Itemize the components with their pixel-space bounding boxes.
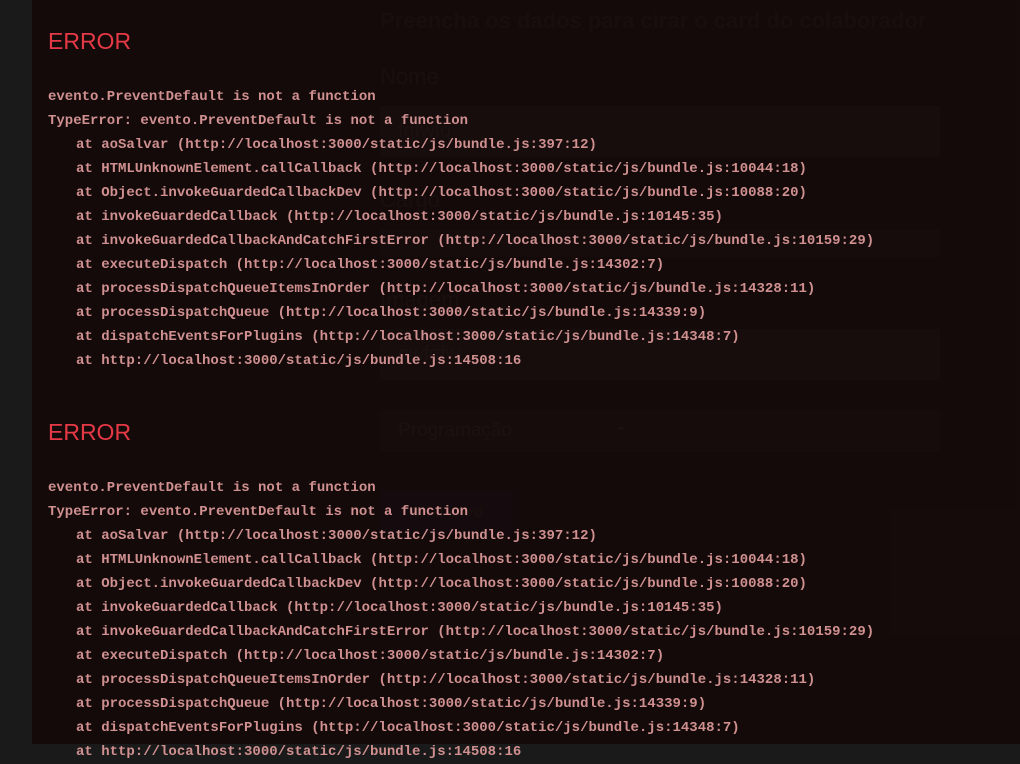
error-type-line: TypeError: evento.PreventDefault is not … bbox=[48, 113, 468, 129]
stack-line: at HTMLUnknownElement.callCallback (http… bbox=[48, 161, 807, 177]
stack-line: at invokeGuardedCallback (http://localho… bbox=[48, 600, 723, 616]
stack-line: at invokeGuardedCallbackAndCatchFirstErr… bbox=[48, 233, 874, 249]
error-summary-line: evento.PreventDefault is not a function bbox=[48, 480, 376, 496]
stack-line: at aoSalvar (http://localhost:3000/stati… bbox=[48, 528, 597, 544]
error-summary-line: evento.PreventDefault is not a function bbox=[48, 89, 376, 105]
stack-line: at Object.invokeGuardedCallbackDev (http… bbox=[48, 185, 807, 201]
error-heading: ERROR bbox=[48, 419, 990, 446]
stack-line: at Object.invokeGuardedCallbackDev (http… bbox=[48, 576, 807, 592]
stack-line: at dispatchEventsForPlugins (http://loca… bbox=[48, 329, 740, 345]
stack-line: at executeDispatch (http://localhost:300… bbox=[48, 648, 664, 664]
stack-line: at aoSalvar (http://localhost:3000/stati… bbox=[48, 137, 597, 153]
error-overlay: ERROR evento.PreventDefault is not a fun… bbox=[32, 0, 1020, 744]
error-message: evento.PreventDefault is not a function … bbox=[48, 85, 990, 373]
stack-line: at processDispatchQueue (http://localhos… bbox=[48, 305, 706, 321]
stack-line: at http://localhost:3000/static/js/bundl… bbox=[48, 353, 521, 369]
stack-line: at processDispatchQueueItemsInOrder (htt… bbox=[48, 672, 815, 688]
error-block-2: ERROR evento.PreventDefault is not a fun… bbox=[48, 419, 990, 764]
error-type-line: TypeError: evento.PreventDefault is not … bbox=[48, 504, 468, 520]
error-block-1: ERROR evento.PreventDefault is not a fun… bbox=[48, 28, 990, 373]
stack-line: at http://localhost:3000/static/js/bundl… bbox=[48, 744, 521, 760]
error-heading: ERROR bbox=[48, 28, 990, 55]
stack-line: at processDispatchQueue (http://localhos… bbox=[48, 696, 706, 712]
stack-line: at executeDispatch (http://localhost:300… bbox=[48, 257, 664, 273]
stack-line: at dispatchEventsForPlugins (http://loca… bbox=[48, 720, 740, 736]
error-message: evento.PreventDefault is not a function … bbox=[48, 476, 990, 764]
stack-line: at HTMLUnknownElement.callCallback (http… bbox=[48, 552, 807, 568]
stack-line: at invokeGuardedCallback (http://localho… bbox=[48, 209, 723, 225]
stack-line: at invokeGuardedCallbackAndCatchFirstErr… bbox=[48, 624, 874, 640]
stack-line: at processDispatchQueueItemsInOrder (htt… bbox=[48, 281, 815, 297]
